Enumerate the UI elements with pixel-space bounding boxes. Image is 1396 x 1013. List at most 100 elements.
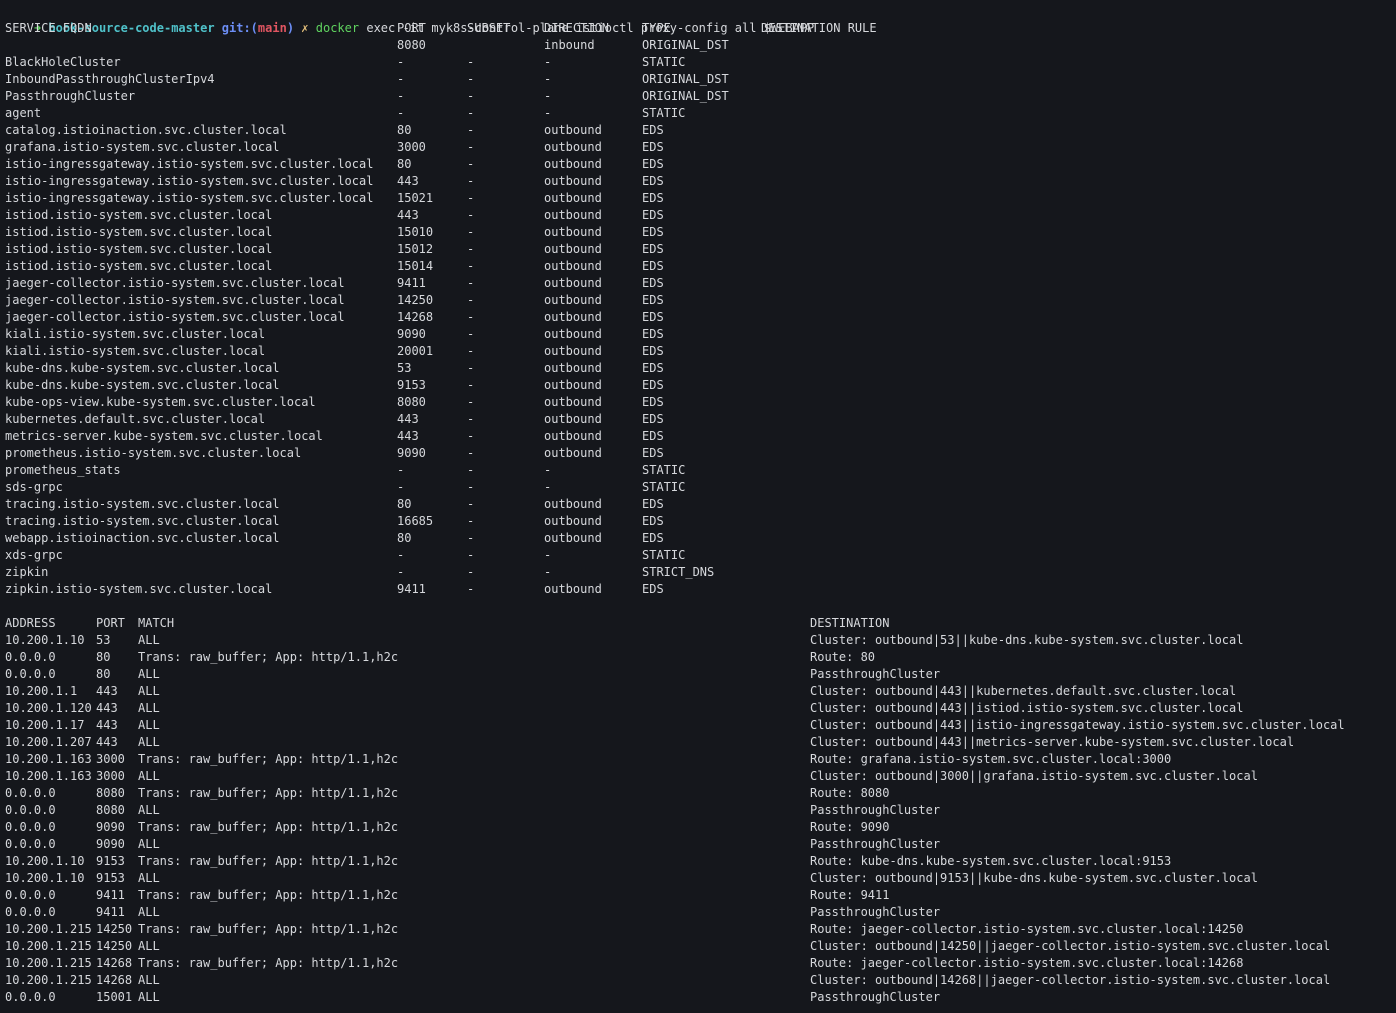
destination-cell: Cluster: outbound|53||kube-dns.kube-syst… (810, 633, 1244, 647)
address-cell: 0.0.0.0 (5, 650, 56, 664)
subset-cell: - (467, 242, 475, 256)
port-cell: 9090 (397, 327, 426, 341)
destination-cell: Route: grafana.istio-system.svc.cluster.… (810, 752, 1172, 766)
subset-cell: - (467, 174, 475, 188)
port-cell: 14250 (397, 293, 434, 307)
match-cell: Trans: raw_buffer; App: http/1.1,h2c (138, 922, 399, 936)
service-fqdn-cell: kubernetes.default.svc.cluster.local (5, 412, 266, 426)
prompt-git-branch: main (257, 21, 287, 35)
service-fqdn-cell: sds-grpc (5, 480, 63, 494)
service-fqdn-cell: istio-ingressgateway.istio-system.svc.cl… (5, 191, 374, 205)
direction-cell: - (544, 480, 552, 494)
subset-cell: - (467, 463, 475, 477)
type-cell: EDS (642, 310, 664, 324)
service-fqdn-cell: istiod.istio-system.svc.cluster.local (5, 225, 273, 239)
type-cell: STATIC (642, 463, 686, 477)
subset-cell: - (467, 446, 475, 460)
direction-cell: - (544, 55, 552, 69)
match-cell: ALL (138, 871, 160, 885)
destination-cell: PassthroughCluster (810, 905, 941, 919)
direction-cell: outbound (544, 531, 602, 545)
port-cell: PORT (96, 616, 125, 630)
service-fqdn-cell: webapp.istioinaction.svc.cluster.local (5, 531, 280, 545)
service-fqdn-cell: catalog.istioinaction.svc.cluster.local (5, 123, 287, 137)
direction-cell: - (544, 106, 552, 120)
match-cell: ALL (138, 973, 160, 987)
type-cell: ORIGINAL_DST (642, 38, 729, 52)
address-cell: 0.0.0.0 (5, 803, 56, 817)
service-fqdn-cell: xds-grpc (5, 548, 63, 562)
direction-cell: outbound (544, 208, 602, 222)
terminal-window[interactable]: ➜ book-source-code-master git:(main) ✗ d… (0, 0, 1396, 1013)
direction-cell: outbound (544, 344, 602, 358)
type-cell: EDS (642, 378, 664, 392)
address-cell: 0.0.0.0 (5, 820, 56, 834)
port-cell: 16685 (397, 514, 434, 528)
port-cell: 15012 (397, 242, 434, 256)
port-cell: PORT (397, 21, 426, 35)
destination-cell: Cluster: outbound|443||kubernetes.defaul… (810, 684, 1237, 698)
service-fqdn-cell: jaeger-collector.istio-system.svc.cluste… (5, 276, 345, 290)
subset-cell: - (467, 582, 475, 596)
service-fqdn-cell: prometheus.istio-system.svc.cluster.loca… (5, 446, 302, 460)
service-fqdn-cell: istio-ingressgateway.istio-system.svc.cl… (5, 174, 374, 188)
type-cell: STATIC (642, 106, 686, 120)
type-cell: EDS (642, 174, 664, 188)
direction-cell: outbound (544, 446, 602, 460)
match-cell: ALL (138, 667, 160, 681)
port-cell: 14268 (397, 310, 434, 324)
direction-cell: DIRECTION (544, 21, 610, 35)
destination-cell: PassthroughCluster (810, 667, 941, 681)
address-cell: 0.0.0.0 (5, 888, 56, 902)
service-fqdn-cell: zipkin.istio-system.svc.cluster.local (5, 582, 273, 596)
direction-cell: - (544, 548, 552, 562)
match-cell: Trans: raw_buffer; App: http/1.1,h2c (138, 956, 399, 970)
port-cell: - (397, 548, 405, 562)
type-cell: STATIC (642, 480, 686, 494)
destination-cell: Cluster: outbound|443||metrics-server.ku… (810, 735, 1295, 749)
port-cell: 8080 (96, 786, 125, 800)
direction-cell: outbound (544, 582, 602, 596)
direction-cell: - (544, 89, 552, 103)
destination-cell: Cluster: outbound|14268||jaeger-collecto… (810, 973, 1331, 987)
destination-cell: Cluster: outbound|443||istio-ingressgate… (810, 718, 1345, 732)
port-cell: 14268 (96, 973, 133, 987)
port-cell: 15021 (397, 191, 434, 205)
type-cell: EDS (642, 123, 664, 137)
subset-cell: - (467, 412, 475, 426)
service-fqdn-cell: tracing.istio-system.svc.cluster.local (5, 514, 280, 528)
type-cell: TYPE (642, 21, 671, 35)
match-cell: ALL (138, 990, 160, 1004)
service-fqdn-cell: zipkin (5, 565, 49, 579)
prompt-git-close: ) (286, 21, 295, 35)
subset-cell: - (467, 157, 475, 171)
direction-cell: outbound (544, 123, 602, 137)
subset-cell: - (467, 123, 475, 137)
direction-cell: outbound (544, 429, 602, 443)
subset-cell: - (467, 208, 475, 222)
subset-cell: - (467, 497, 475, 511)
port-cell: 14250 (96, 922, 133, 936)
match-cell: MATCH (138, 616, 175, 630)
destination-cell: Route: jaeger-collector.istio-system.svc… (810, 956, 1244, 970)
service-fqdn-cell: grafana.istio-system.svc.cluster.local (5, 140, 280, 154)
type-cell: EDS (642, 259, 664, 273)
direction-cell: outbound (544, 412, 602, 426)
match-cell: Trans: raw_buffer; App: http/1.1,h2c (138, 752, 399, 766)
port-cell: 9411 (96, 905, 125, 919)
direction-cell: outbound (544, 378, 602, 392)
address-cell: 10.200.1.10 (5, 633, 85, 647)
direction-cell: outbound (544, 514, 602, 528)
type-cell: EDS (642, 140, 664, 154)
destination-cell: PassthroughCluster (810, 990, 941, 1004)
subset-cell: - (467, 378, 475, 392)
address-cell: 10.200.1.10 (5, 854, 85, 868)
direction-cell: outbound (544, 395, 602, 409)
subset-cell: - (467, 344, 475, 358)
match-cell: ALL (138, 803, 160, 817)
port-cell: 80 (397, 123, 412, 137)
service-fqdn-cell: istiod.istio-system.svc.cluster.local (5, 259, 273, 273)
port-cell: 443 (96, 684, 118, 698)
direction-cell: outbound (544, 259, 602, 273)
match-cell: ALL (138, 718, 160, 732)
